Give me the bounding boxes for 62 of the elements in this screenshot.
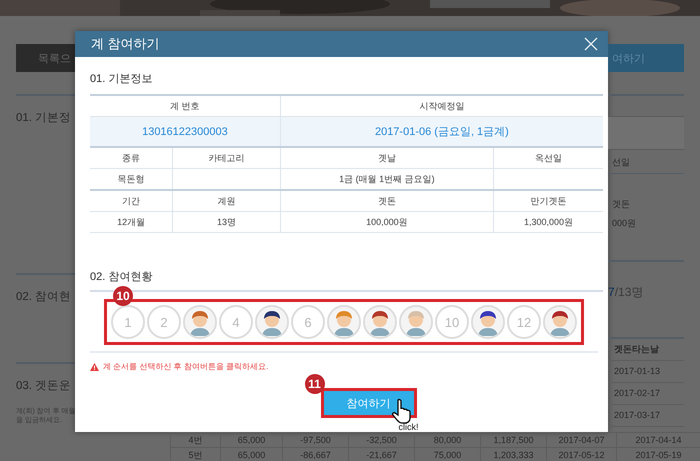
table-cell: 12개월 — [90, 212, 173, 232]
table-cell: -86,667 — [282, 448, 348, 461]
table-cell: 1,203,333 — [480, 448, 546, 461]
table-cell: 2017-02-17 — [608, 383, 684, 405]
column-header: 겟돈타는날 — [608, 339, 684, 361]
table-header: 종류 — [90, 147, 173, 168]
table-cell-text: 000원 — [611, 217, 638, 230]
table-cell: -21,667 — [348, 448, 414, 461]
section-title: 03. 겟돈운 — [16, 379, 72, 393]
table-cell: 13명 — [172, 212, 280, 232]
section-title: 01. 기본정보 — [90, 72, 154, 86]
warning-text: 계 순서를 선택하신 후 참여버튼을 클릭하세요. — [103, 361, 268, 372]
avatar-icon[interactable] — [471, 305, 505, 339]
table-cell: 1금 (매월 1번째 금요일) — [280, 168, 494, 190]
section-title: 02. 참여현 — [16, 290, 72, 304]
step-badge: 10 — [113, 286, 133, 306]
column-label: 겟돈 — [611, 198, 631, 211]
table-cell: -97,500 — [282, 433, 348, 447]
table-cell: 2017-04-14 — [616, 433, 700, 447]
avatar-icon[interactable] — [255, 305, 289, 339]
close-icon[interactable] — [584, 37, 598, 51]
table-header: 카테고리 — [172, 147, 280, 168]
table-header: 계원 — [172, 190, 280, 212]
click-note: click! — [398, 422, 418, 432]
table-cell: -32,500 — [348, 433, 414, 447]
table-cell: 75,000 — [414, 448, 480, 461]
column-label: 선일 — [611, 156, 631, 169]
table-cell: 100,000원 — [280, 212, 494, 232]
table-cell: 2017-05-12 — [546, 448, 616, 461]
section-title: 02. 참여현황 — [90, 269, 603, 292]
seat-button[interactable]: 1 — [111, 305, 145, 339]
table-header: 곗돈 — [280, 190, 494, 212]
seat-button[interactable]: 4 — [219, 305, 253, 339]
table-cell: 2017-01-13 — [608, 361, 684, 383]
avatar-icon[interactable] — [363, 305, 397, 339]
table-cell: 목돈형 — [90, 168, 173, 190]
table-header: 옥선일 — [494, 147, 603, 168]
table-cell: 13016122300003 — [90, 116, 280, 147]
list-button[interactable]: 목록으 — [16, 44, 75, 72]
table-cell: 1,300,000원 — [494, 212, 603, 232]
table-cell: 80,000 — [414, 433, 480, 447]
avatar-icon[interactable] — [543, 305, 577, 339]
seat-button[interactable]: 2 — [147, 305, 181, 339]
table-cell: 65,000 — [220, 433, 282, 447]
seat-button[interactable]: 6 — [291, 305, 325, 339]
seat-button[interactable]: 12 — [507, 305, 541, 339]
table-cell: 4번 — [170, 433, 220, 447]
step-badge: 11 — [304, 374, 324, 394]
table-header: 기간 — [90, 190, 173, 212]
modal-title: 계 참여하기 — [91, 35, 160, 53]
table-cell: 5번 — [170, 448, 220, 461]
table-cell: 2017-04-07 — [546, 433, 616, 447]
table-cell: 2017-05-19 — [616, 448, 700, 461]
table-cell: 2017-03-17 — [608, 405, 684, 427]
table-header: 만기곗돈 — [494, 190, 603, 212]
section-title: 01. 기본정 — [16, 111, 72, 125]
table-header: 곗날 — [280, 147, 494, 168]
table-cell: 65,000 — [220, 448, 282, 461]
warning-icon — [90, 362, 99, 370]
table-cell: 2017-01-06 (금요일, 1금계) — [280, 116, 603, 147]
table-cell: 1,187,500 — [480, 433, 546, 447]
seat-button[interactable]: 10 — [435, 305, 469, 339]
